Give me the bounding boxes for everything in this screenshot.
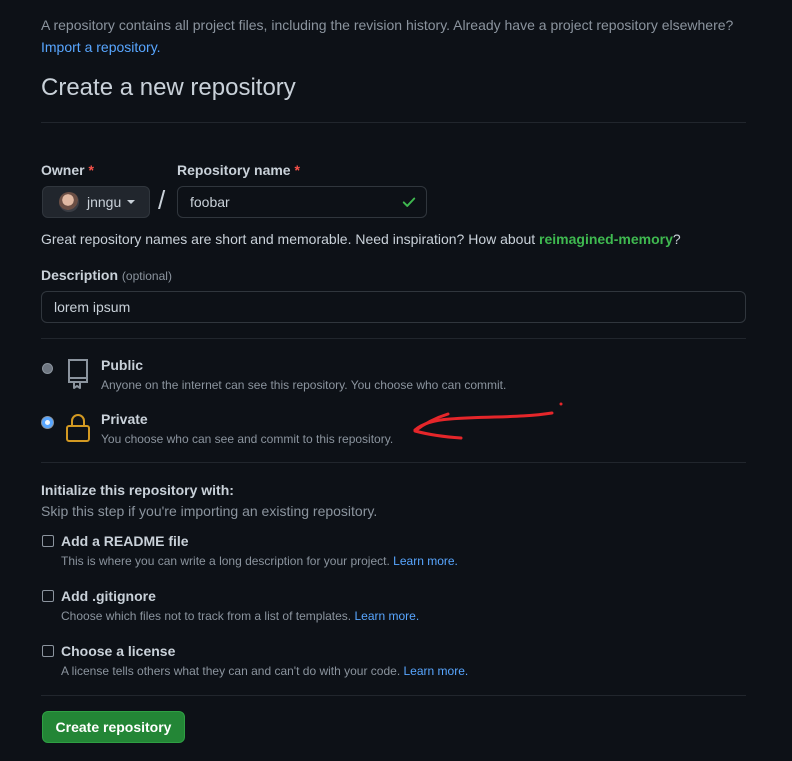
annotation-arrow-icon — [413, 402, 563, 440]
